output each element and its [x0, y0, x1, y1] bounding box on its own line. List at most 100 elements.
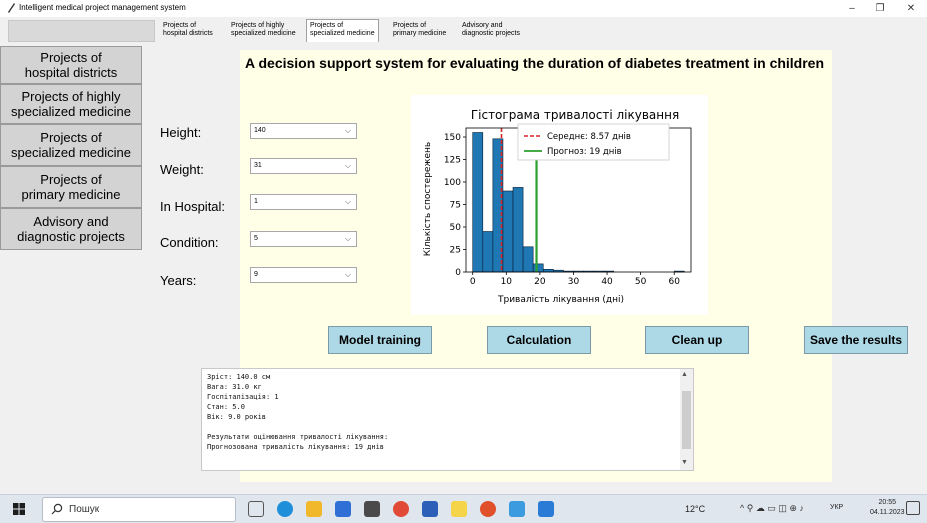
x-tick-label: 30: [568, 277, 580, 287]
minimize-button[interactable]: –: [838, 0, 866, 17]
results-line: Зріст: 140.0 см: [207, 373, 271, 381]
in-hospital-value: 1: [254, 198, 258, 205]
tab-primary-medicine[interactable]: Projects of primary medicine: [390, 20, 449, 41]
sidebar-item-advisory-diagnostic[interactable]: Advisory and diagnostic projects: [0, 208, 142, 250]
sidebar-item-label: specialized medicine: [11, 145, 131, 160]
close-button[interactable]: ✕: [897, 0, 925, 17]
histogram-bar: [542, 269, 554, 273]
sidebar-item-label: specialized medicine: [11, 104, 131, 119]
condition-value: 5: [254, 235, 258, 242]
search-placeholder: Пошук: [69, 504, 100, 515]
scroll-up-icon[interactable]: ▲: [681, 371, 688, 378]
histogram-bar: [472, 132, 484, 273]
x-tick-label: 20: [534, 277, 546, 287]
tab-label-line2: specialized medicine: [310, 30, 375, 37]
sidebar: Projects of hospital districts Projects o…: [0, 44, 147, 494]
y-tick-label: 100: [444, 178, 461, 188]
tab-label-line1: Advisory and: [462, 22, 503, 29]
results-line: Вага: 31.0 кг: [207, 383, 262, 391]
y-tick-label: 125: [444, 156, 461, 166]
legend-mean-label: Середнє: 8.57 днів: [547, 132, 631, 142]
vscode-icon[interactable]: [538, 501, 554, 517]
x-tick-label: 0: [470, 277, 476, 287]
scroll-down-icon[interactable]: ▼: [681, 459, 688, 466]
years-select[interactable]: 9 ⌵: [250, 267, 357, 283]
sidebar-item-label: Projects of: [40, 50, 102, 65]
file-explorer-icon[interactable]: [306, 501, 322, 517]
clock[interactable]: 20:55 04.11.2023: [870, 498, 905, 518]
condition-select[interactable]: 5 ⌵: [250, 231, 357, 247]
search-icon: [51, 503, 63, 515]
clock-time: 20:55: [878, 499, 897, 506]
chevron-down-icon: ⌵: [344, 161, 351, 170]
sidebar-item-hospital-districts[interactable]: Projects of hospital districts: [0, 46, 142, 84]
sidebar-item-label: hospital districts: [24, 65, 118, 80]
tab-advisory-diagnostic[interactable]: Advisory and diagnostic projects: [459, 20, 523, 41]
histogram-bar: [512, 187, 524, 273]
chart-legend: Середнє: 8.57 днів Прогноз: 19 днів: [517, 123, 670, 161]
task-view-icon[interactable]: [248, 501, 264, 517]
years-value: 9: [254, 271, 258, 278]
python-icon[interactable]: [451, 501, 467, 517]
taskbar-search[interactable]: Пошук: [42, 497, 236, 522]
tab-label-line2: hospital districts: [163, 30, 213, 37]
save-results-button[interactable]: Save the results: [804, 326, 908, 354]
chart-title: Гістограма тривалості лікування: [471, 108, 679, 122]
tab-specialized-medicine[interactable]: Projects of specialized medicine: [306, 19, 379, 42]
weight-select[interactable]: 31 ⌵: [250, 158, 357, 174]
x-axis-label: Тривалість лікування (дні): [497, 295, 624, 305]
tab-label-line1: Projects of: [310, 22, 344, 29]
input-language[interactable]: УКР: [830, 504, 843, 511]
feather-icon: [8, 3, 15, 13]
sidebar-item-specialized[interactable]: Projects of specialized medicine: [0, 124, 142, 166]
y-axis-label: Кількість спостережень: [423, 142, 433, 256]
in-hospital-select[interactable]: 1 ⌵: [250, 194, 357, 210]
tray-icons[interactable]: ^ ⚲ ☁ ▭ ◫ ⊕ ♪: [740, 503, 804, 514]
histogram-bar: [502, 190, 514, 273]
word-icon[interactable]: [422, 501, 438, 517]
scroll-thumb[interactable]: [682, 391, 691, 449]
app-icon[interactable]: [509, 501, 525, 517]
results-textbox[interactable]: Зріст: 140.0 см Вага: 31.0 кг Госпіталізац…: [201, 368, 694, 471]
results-scrollbar[interactable]: ▲ ▼: [680, 369, 693, 470]
tab-label-line2: diagnostic projects: [462, 30, 520, 37]
y-tick-label: 50: [450, 223, 462, 233]
sidebar-item-label: primary medicine: [21, 187, 121, 202]
clock-date: 04.11.2023: [870, 509, 905, 516]
calculation-button[interactable]: Calculation: [487, 326, 591, 354]
windows-start-icon[interactable]: [13, 503, 25, 515]
y-tick-label: 0: [455, 268, 461, 278]
model-training-button[interactable]: Model training: [328, 326, 432, 354]
chevron-down-icon: ⌵: [344, 197, 351, 206]
sidebar-item-primary-medicine[interactable]: Projects of primary medicine: [0, 166, 142, 208]
clean-up-button[interactable]: Clean up: [645, 326, 749, 354]
store-icon[interactable]: [364, 501, 380, 517]
sidebar-item-label: Advisory and: [33, 214, 109, 229]
mail-icon[interactable]: [335, 501, 351, 517]
height-select[interactable]: 140 ⌵: [250, 123, 357, 139]
results-line: [207, 422, 388, 432]
height-label: Height:: [160, 125, 202, 140]
tab-label-line1: Projects of highly: [231, 22, 285, 29]
chrome-icon[interactable]: [393, 501, 409, 517]
maximize-button[interactable]: ❐: [866, 0, 894, 17]
weather-temperature[interactable]: 12°C: [685, 504, 705, 514]
sidebar-item-label: Projects of: [40, 130, 102, 145]
media-icon[interactable]: [480, 501, 496, 517]
sidebar-item-label: diagnostic projects: [17, 229, 125, 244]
sidebar-item-highly-specialized[interactable]: Projects of highly specialized medicine: [0, 84, 142, 124]
page-title: A decision support system for evaluating…: [245, 55, 825, 71]
window-title: Intelligent medical project management s…: [19, 3, 186, 12]
results-line: Прогнозована тривалість лікування: 19 дн…: [207, 443, 385, 451]
sidebar-item-label: Projects of: [40, 172, 102, 187]
tab-label-line1: Projects of: [163, 22, 197, 29]
histogram-bar: [482, 231, 494, 273]
tab-highly-specialized-medicine[interactable]: Projects of highly specialized medicine: [228, 20, 299, 41]
results-line: Результати оцінювання тривалості лікуван…: [207, 433, 389, 441]
tab-hospital-districts[interactable]: Projects of hospital districts: [160, 20, 216, 41]
height-value: 140: [254, 127, 266, 134]
histogram-svg: Гістограма тривалості лікування Триваліс…: [423, 108, 692, 305]
x-tick-label: 40: [601, 277, 613, 287]
edge-icon[interactable]: [277, 501, 293, 517]
notifications-icon[interactable]: [906, 501, 920, 515]
